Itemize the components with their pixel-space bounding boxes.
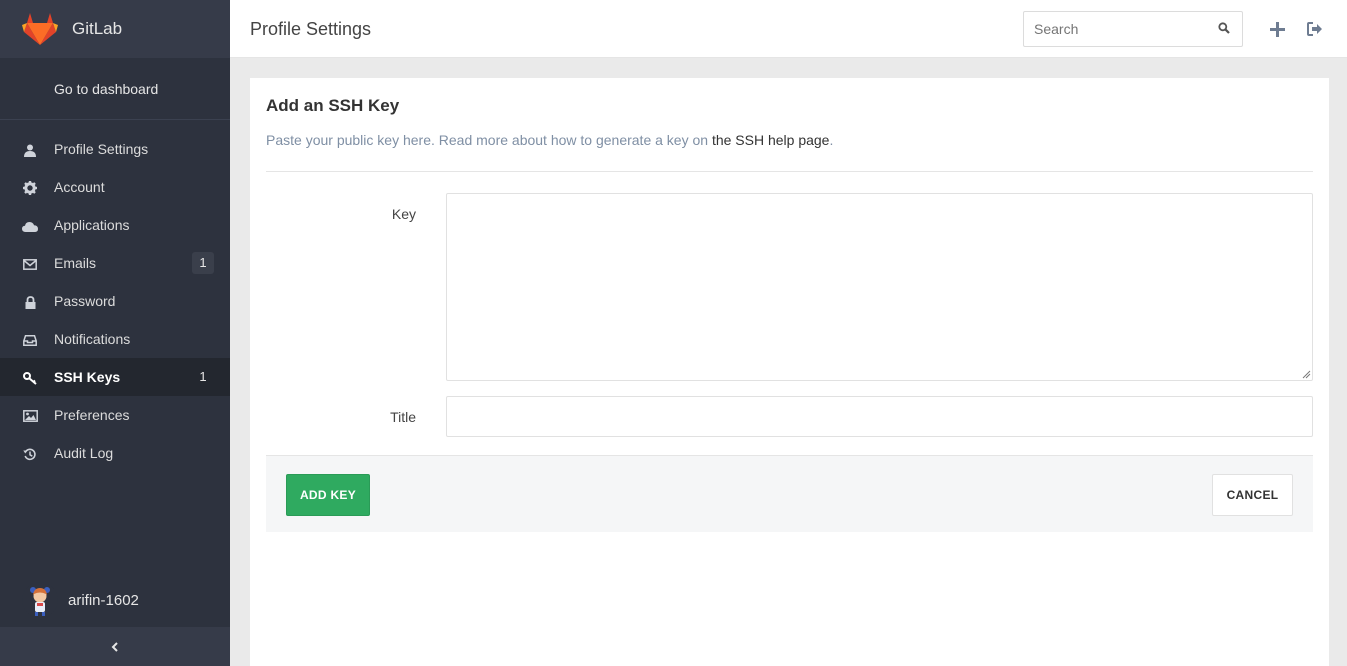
avatar [22, 582, 58, 618]
collapse-sidebar-button[interactable] [0, 627, 230, 666]
sidebar-item-account[interactable]: Account [0, 168, 230, 206]
ssh-help-page-link[interactable]: the SSH help page [712, 132, 830, 148]
key-label: Key [391, 206, 416, 222]
current-user[interactable]: arifin-1602 [0, 580, 230, 620]
envelope-icon [22, 256, 38, 272]
cancel-button[interactable]: CANCEL [1212, 474, 1293, 516]
key-icon [22, 370, 38, 386]
gear-icon [22, 180, 38, 196]
user-icon [22, 142, 38, 158]
sidebar-item-label: Account [54, 179, 105, 195]
lock-icon [22, 294, 38, 310]
sidebar-item-label: Password [54, 293, 116, 309]
form-actions: ADD KEY CANCEL [266, 455, 1313, 532]
chevron-left-icon [111, 641, 118, 652]
title-input[interactable] [446, 396, 1313, 437]
brand-name: GitLab [72, 19, 123, 38]
description-text: Paste your public key here. Read more ab… [266, 132, 712, 148]
sidebar-item-audit-log[interactable]: Audit Log [0, 434, 230, 472]
sidebar-item-password[interactable]: Password [0, 282, 230, 320]
divider [266, 171, 1313, 172]
sidebar-item-label: Preferences [54, 407, 130, 423]
sidebar-item-ssh-keys[interactable]: SSH Keys 1 [0, 358, 230, 396]
sidebar-item-label: Emails [54, 255, 97, 271]
username: arifin-1602 [68, 591, 139, 609]
ssh-keys-count-badge: 1 [199, 369, 207, 384]
search-box[interactable] [1023, 11, 1243, 47]
plus-icon [1269, 21, 1285, 37]
image-icon [22, 408, 38, 424]
new-project-button[interactable] [1267, 19, 1287, 39]
sidebar-item-label: SSH Keys [54, 369, 121, 385]
gitlab-fox-icon [22, 13, 58, 45]
sidebar-item-label: Audit Log [54, 445, 114, 461]
section-description: Paste your public key here. Read more ab… [266, 132, 833, 148]
sidebar-item-profile-settings[interactable]: Profile Settings [0, 130, 230, 168]
sidebar: GitLab Go to dashboard Profile Settings … [0, 0, 230, 666]
add-key-button[interactable]: ADD KEY [286, 474, 370, 516]
sidebar-item-label: Applications [54, 217, 130, 233]
sign-out-icon [1307, 22, 1322, 36]
inbox-icon [22, 332, 38, 348]
title-label: Title [390, 409, 416, 425]
go-to-dashboard-link[interactable]: Go to dashboard [0, 58, 230, 120]
section-title: Add an SSH Key [266, 96, 400, 115]
page-title: Profile Settings [250, 19, 372, 39]
key-textarea[interactable] [446, 193, 1313, 381]
sidebar-item-label: Notifications [54, 331, 131, 347]
sidebar-item-emails[interactable]: Emails 1 [0, 244, 230, 282]
description-end: . [829, 132, 834, 148]
sidebar-nav: Profile Settings Account Applications Em… [0, 120, 230, 472]
add-ssh-key-panel: Add an SSH Key Paste your public key her… [250, 78, 1329, 666]
sidebar-item-applications[interactable]: Applications [0, 206, 230, 244]
sign-out-button[interactable] [1305, 19, 1325, 39]
top-header: Profile Settings [230, 0, 1347, 58]
sidebar-item-notifications[interactable]: Notifications [0, 320, 230, 358]
emails-count-badge: 1 [192, 252, 214, 274]
history-icon [22, 446, 38, 462]
resize-grip-icon[interactable] [1301, 369, 1311, 379]
sidebar-item-preferences[interactable]: Preferences [0, 396, 230, 434]
cloud-icon [22, 218, 38, 234]
search-icon[interactable] [1218, 22, 1230, 34]
sidebar-item-label: Profile Settings [54, 141, 149, 157]
brand-header[interactable]: GitLab [0, 0, 230, 58]
search-input[interactable] [1024, 21, 1204, 37]
